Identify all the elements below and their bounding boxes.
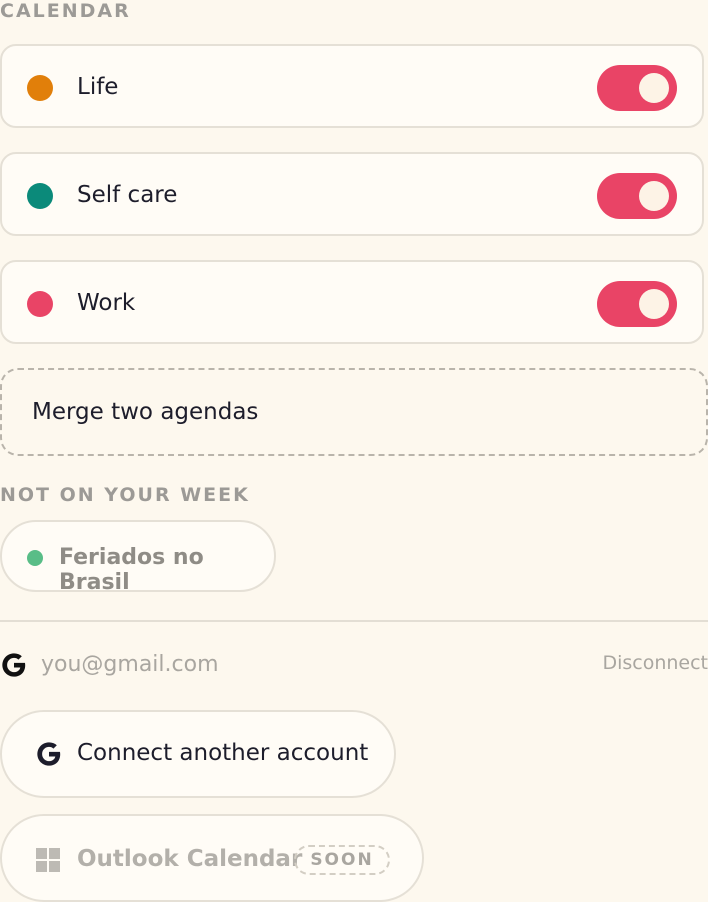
calendar-toggle-self-care[interactable] bbox=[597, 173, 677, 219]
calendar-section-title: CALENDAR bbox=[0, 0, 131, 22]
outlook-calendar-label: Outlook Calendar bbox=[77, 846, 303, 872]
calendar-pill-feriados[interactable]: Feriados no Brasil bbox=[0, 520, 276, 595]
calendar-color-dot bbox=[27, 183, 53, 209]
merge-agendas-label: Merge two agendas bbox=[32, 399, 259, 425]
calendar-row-life: Life bbox=[0, 44, 704, 128]
connect-another-account-button[interactable]: Connect another account bbox=[0, 710, 396, 798]
toggle-knob bbox=[639, 73, 669, 103]
google-icon bbox=[2, 653, 26, 677]
calendar-row-work: Work bbox=[0, 260, 704, 344]
calendar-toggle-life[interactable] bbox=[597, 65, 677, 111]
calendar-color-dot bbox=[27, 75, 53, 101]
section-divider bbox=[0, 620, 708, 622]
account-email: you@gmail.com bbox=[41, 652, 219, 677]
merge-agendas-button[interactable]: Merge two agendas bbox=[0, 368, 708, 456]
google-icon bbox=[37, 742, 61, 766]
toggle-knob bbox=[639, 181, 669, 211]
calendar-color-dot bbox=[27, 291, 53, 317]
toggle-knob bbox=[639, 289, 669, 319]
calendar-label: Work bbox=[77, 290, 136, 316]
calendar-label: Life bbox=[77, 74, 119, 100]
soon-badge: SOON bbox=[294, 845, 390, 875]
calendar-color-dot bbox=[27, 550, 43, 566]
not-on-week-section-title: NOT ON YOUR WEEK bbox=[0, 484, 250, 506]
calendar-toggle-work[interactable] bbox=[597, 281, 677, 327]
disconnect-link[interactable]: Disconnect bbox=[602, 652, 708, 674]
windows-icon bbox=[36, 848, 60, 872]
calendar-row-self-care: Self care bbox=[0, 152, 704, 236]
connect-another-account-label: Connect another account bbox=[77, 740, 369, 766]
calendar-label: Self care bbox=[77, 182, 178, 208]
calendar-pill-label: Feriados no Brasil bbox=[59, 545, 204, 595]
outlook-calendar-button: Outlook Calendar SOON bbox=[0, 814, 424, 902]
